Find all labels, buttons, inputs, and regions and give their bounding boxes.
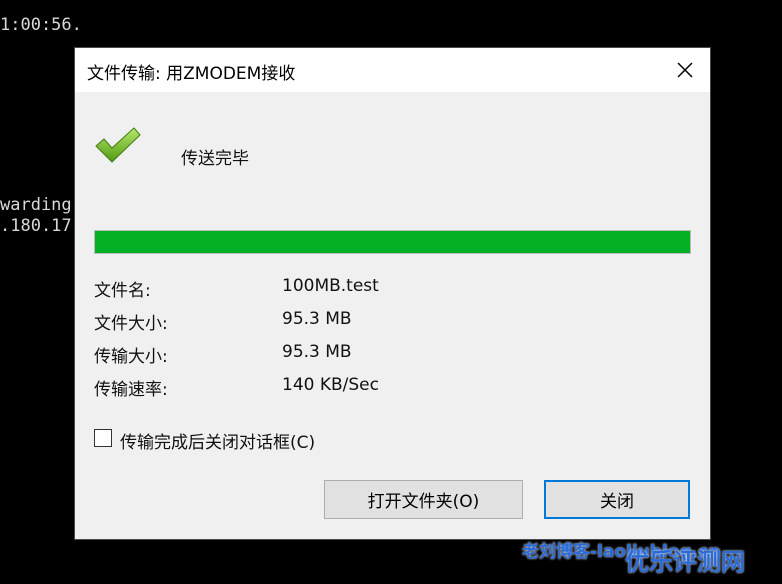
close-on-complete-label[interactable]: 传输完成后关闭对话框(C) bbox=[120, 428, 315, 453]
checkmark-icon bbox=[94, 126, 142, 166]
rate-label: 传输速率: bbox=[94, 380, 168, 400]
rate-value: 140 KB/Sec bbox=[282, 375, 379, 395]
close-icon[interactable] bbox=[665, 50, 705, 90]
open-folder-button[interactable]: 打开文件夹(O) bbox=[324, 480, 523, 519]
terminal-line-2: warding bbox=[0, 195, 72, 215]
terminal-line-1: 1:00:56. bbox=[0, 15, 82, 35]
progress-fill bbox=[95, 231, 690, 253]
close-button[interactable]: 关闭 bbox=[544, 480, 690, 519]
filesize-label: 文件大小: bbox=[94, 314, 168, 334]
filename-value: 100MB.test bbox=[282, 276, 379, 296]
transferred-value: 95.3 MB bbox=[282, 342, 352, 362]
filename-label: 文件名: bbox=[94, 281, 151, 301]
dialog-titlebar[interactable]: 文件传输: 用ZMODEM接收 bbox=[75, 48, 710, 92]
transfer-status: 传送完毕 bbox=[181, 149, 249, 169]
progress-bar bbox=[94, 230, 691, 254]
terminal-line-3: .180.17 bbox=[0, 216, 72, 236]
dialog-title: 文件传输: 用ZMODEM接收 bbox=[87, 64, 296, 84]
transferred-label: 传输大小: bbox=[94, 347, 168, 367]
watermark-logo-text: 优乐评测网 bbox=[625, 548, 745, 576]
zmodem-transfer-dialog: 文件传输: 用ZMODEM接收 传送完毕 文件名: 100MB.test 文件大… bbox=[75, 48, 710, 539]
filesize-value: 95.3 MB bbox=[282, 309, 352, 329]
close-on-complete-checkbox[interactable] bbox=[94, 429, 112, 447]
